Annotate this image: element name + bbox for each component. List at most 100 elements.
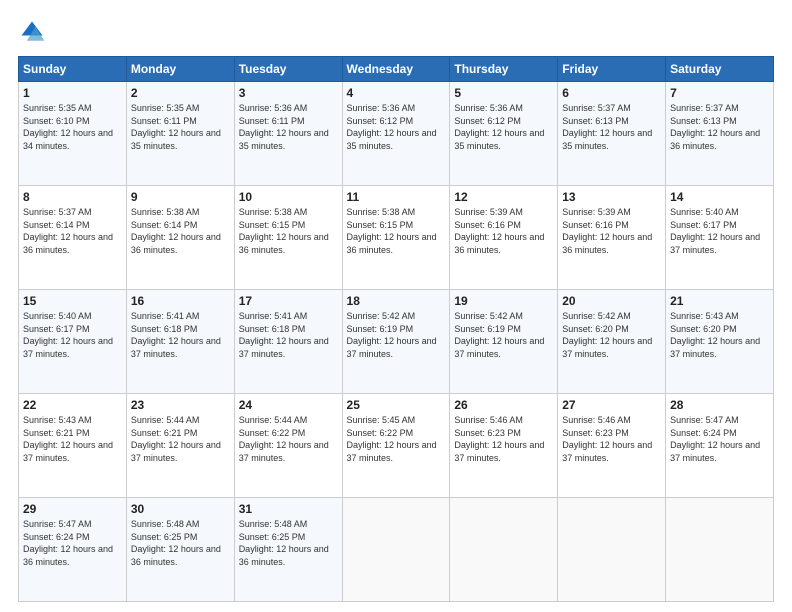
calendar-cell: 22 Sunrise: 5:43 AMSunset: 6:21 PMDayligh… [19,394,127,498]
calendar-cell [666,498,774,602]
header [18,18,774,46]
day-info: Sunrise: 5:46 AMSunset: 6:23 PMDaylight:… [454,415,544,463]
day-info: Sunrise: 5:47 AMSunset: 6:24 PMDaylight:… [23,519,113,567]
week-row-3: 15 Sunrise: 5:40 AMSunset: 6:17 PMDayligh… [19,290,774,394]
day-number: 9 [131,190,230,204]
weekday-header-wednesday: Wednesday [342,57,450,82]
calendar-cell: 11 Sunrise: 5:38 AMSunset: 6:15 PMDayligh… [342,186,450,290]
day-info: Sunrise: 5:43 AMSunset: 6:21 PMDaylight:… [23,415,113,463]
logo [18,18,50,46]
week-row-1: 1Sunrise: 5:35 AMSunset: 6:10 PMDaylight… [19,82,774,186]
weekday-header-thursday: Thursday [450,57,558,82]
calendar-cell: 23 Sunrise: 5:44 AMSunset: 6:21 PMDayligh… [126,394,234,498]
day-number: 12 [454,190,553,204]
calendar-cell [450,498,558,602]
day-number: 22 [23,398,122,412]
day-info: Sunrise: 5:43 AMSunset: 6:20 PMDaylight:… [670,311,760,359]
day-info: Sunrise: 5:42 AMSunset: 6:20 PMDaylight:… [562,311,652,359]
calendar-cell [558,498,666,602]
calendar-cell: 4 Sunrise: 5:36 AMSunset: 6:12 PMDaylight… [342,82,450,186]
logo-icon [18,18,46,46]
day-info: Sunrise: 5:44 AMSunset: 6:21 PMDaylight:… [131,415,221,463]
calendar-cell: 15 Sunrise: 5:40 AMSunset: 6:17 PMDayligh… [19,290,127,394]
calendar-cell: 2 Sunrise: 5:35 AMSunset: 6:11 PMDaylight… [126,82,234,186]
calendar-cell [342,498,450,602]
day-info: Sunrise: 5:48 AMSunset: 6:25 PMDaylight:… [131,519,221,567]
day-info: Sunrise: 5:48 AMSunset: 6:25 PMDaylight:… [239,519,329,567]
day-number: 18 [347,294,446,308]
day-number: 8 [23,190,122,204]
calendar-cell: 5 Sunrise: 5:36 AMSunset: 6:12 PMDaylight… [450,82,558,186]
day-number: 21 [670,294,769,308]
day-number: 28 [670,398,769,412]
day-number: 11 [347,190,446,204]
calendar-cell: 14 Sunrise: 5:40 AMSunset: 6:17 PMDayligh… [666,186,774,290]
week-row-5: 29 Sunrise: 5:47 AMSunset: 6:24 PMDayligh… [19,498,774,602]
day-number: 26 [454,398,553,412]
calendar-cell: 24Sunrise: 5:44 AMSunset: 6:22 PMDayligh… [234,394,342,498]
calendar-cell: 8Sunrise: 5:37 AMSunset: 6:14 PMDaylight… [19,186,127,290]
day-number: 29 [23,502,122,516]
calendar-cell: 1Sunrise: 5:35 AMSunset: 6:10 PMDaylight… [19,82,127,186]
calendar-cell: 10 Sunrise: 5:38 AMSunset: 6:15 PMDayligh… [234,186,342,290]
calendar-cell: 7 Sunrise: 5:37 AMSunset: 6:13 PMDaylight… [666,82,774,186]
weekday-header-monday: Monday [126,57,234,82]
calendar-cell: 25 Sunrise: 5:45 AMSunset: 6:22 PMDayligh… [342,394,450,498]
day-info: Sunrise: 5:46 AMSunset: 6:23 PMDaylight:… [562,415,652,463]
day-info: Sunrise: 5:42 AMSunset: 6:19 PMDaylight:… [454,311,544,359]
calendar-cell: 29 Sunrise: 5:47 AMSunset: 6:24 PMDayligh… [19,498,127,602]
week-row-2: 8Sunrise: 5:37 AMSunset: 6:14 PMDaylight… [19,186,774,290]
day-info: Sunrise: 5:40 AMSunset: 6:17 PMDaylight:… [670,207,760,255]
calendar-table: SundayMondayTuesdayWednesdayThursdayFrid… [18,56,774,602]
day-number: 23 [131,398,230,412]
day-info: Sunrise: 5:38 AMSunset: 6:15 PMDaylight:… [347,207,437,255]
day-info: Sunrise: 5:47 AMSunset: 6:24 PMDaylight:… [670,415,760,463]
calendar-cell: 31 Sunrise: 5:48 AMSunset: 6:25 PMDayligh… [234,498,342,602]
day-info: Sunrise: 5:39 AMSunset: 6:16 PMDaylight:… [454,207,544,255]
calendar-cell: 9 Sunrise: 5:38 AMSunset: 6:14 PMDaylight… [126,186,234,290]
weekday-header-row: SundayMondayTuesdayWednesdayThursdayFrid… [19,57,774,82]
day-info: Sunrise: 5:35 AMSunset: 6:11 PMDaylight:… [131,103,221,151]
day-info: Sunrise: 5:39 AMSunset: 6:16 PMDaylight:… [562,207,652,255]
day-number: 31 [239,502,338,516]
day-info: Sunrise: 5:36 AMSunset: 6:12 PMDaylight:… [347,103,437,151]
calendar-cell: 30Sunrise: 5:48 AMSunset: 6:25 PMDayligh… [126,498,234,602]
weekday-header-tuesday: Tuesday [234,57,342,82]
calendar-cell: 26 Sunrise: 5:46 AMSunset: 6:23 PMDayligh… [450,394,558,498]
calendar-cell: 27Sunrise: 5:46 AMSunset: 6:23 PMDayligh… [558,394,666,498]
day-number: 6 [562,86,661,100]
day-number: 3 [239,86,338,100]
day-number: 2 [131,86,230,100]
day-number: 25 [347,398,446,412]
day-number: 17 [239,294,338,308]
weekday-header-friday: Friday [558,57,666,82]
calendar-cell: 20 Sunrise: 5:42 AMSunset: 6:20 PMDayligh… [558,290,666,394]
calendar-cell: 16Sunrise: 5:41 AMSunset: 6:18 PMDayligh… [126,290,234,394]
day-info: Sunrise: 5:45 AMSunset: 6:22 PMDaylight:… [347,415,437,463]
day-info: Sunrise: 5:37 AMSunset: 6:13 PMDaylight:… [670,103,760,151]
day-info: Sunrise: 5:36 AMSunset: 6:11 PMDaylight:… [239,103,329,151]
day-info: Sunrise: 5:36 AMSunset: 6:12 PMDaylight:… [454,103,544,151]
week-row-4: 22 Sunrise: 5:43 AMSunset: 6:21 PMDayligh… [19,394,774,498]
day-number: 15 [23,294,122,308]
day-number: 7 [670,86,769,100]
day-number: 20 [562,294,661,308]
day-number: 16 [131,294,230,308]
day-info: Sunrise: 5:38 AMSunset: 6:15 PMDaylight:… [239,207,329,255]
day-number: 14 [670,190,769,204]
day-info: Sunrise: 5:37 AMSunset: 6:13 PMDaylight:… [562,103,652,151]
calendar-cell: 18 Sunrise: 5:42 AMSunset: 6:19 PMDayligh… [342,290,450,394]
day-number: 10 [239,190,338,204]
day-info: Sunrise: 5:40 AMSunset: 6:17 PMDaylight:… [23,311,113,359]
day-info: Sunrise: 5:42 AMSunset: 6:19 PMDaylight:… [347,311,437,359]
weekday-header-saturday: Saturday [666,57,774,82]
calendar-cell: 17Sunrise: 5:41 AMSunset: 6:18 PMDayligh… [234,290,342,394]
day-info: Sunrise: 5:38 AMSunset: 6:14 PMDaylight:… [131,207,221,255]
day-number: 4 [347,86,446,100]
calendar-cell: 6 Sunrise: 5:37 AMSunset: 6:13 PMDaylight… [558,82,666,186]
calendar-cell: 12 Sunrise: 5:39 AMSunset: 6:16 PMDayligh… [450,186,558,290]
day-number: 19 [454,294,553,308]
calendar-cell: 3 Sunrise: 5:36 AMSunset: 6:11 PMDaylight… [234,82,342,186]
day-number: 24 [239,398,338,412]
day-number: 5 [454,86,553,100]
